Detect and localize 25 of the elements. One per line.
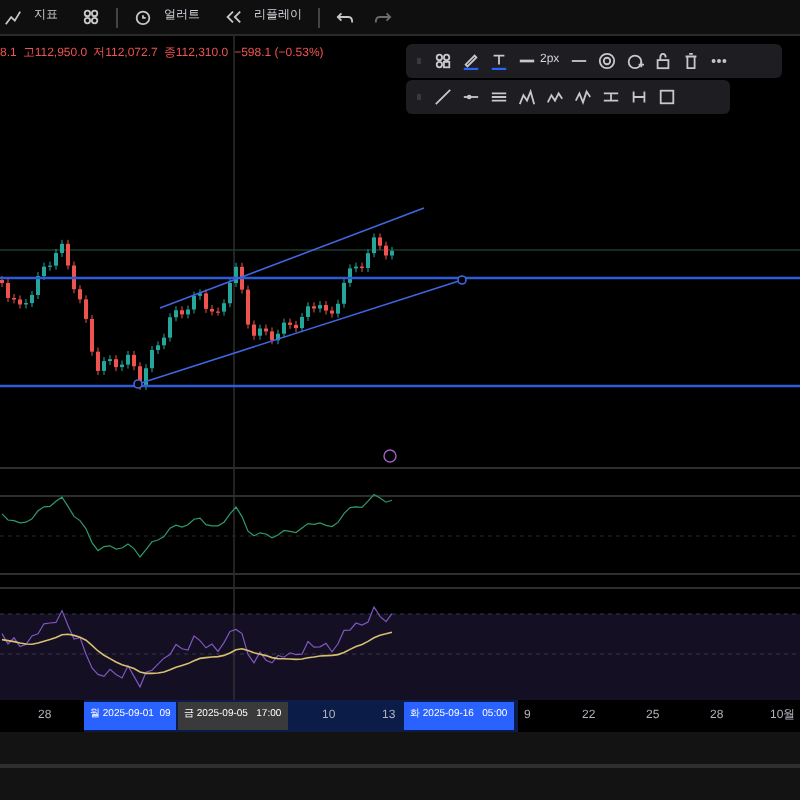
date-range-icon[interactable]	[630, 88, 648, 106]
drag-handle-icon	[414, 88, 424, 106]
drag-handle-icon	[414, 52, 424, 70]
lock-icon[interactable]	[653, 52, 672, 70]
alarm-clock-icon[interactable]	[134, 8, 152, 26]
alarm-plus-icon[interactable]	[625, 52, 644, 70]
template-icon[interactable]	[434, 52, 452, 70]
trash-icon[interactable]	[681, 52, 700, 70]
rewind-icon[interactable]	[224, 8, 242, 26]
anchor-handle[interactable]	[133, 379, 143, 389]
text-icon[interactable]	[490, 52, 508, 70]
zigzag-icon[interactable]	[546, 88, 564, 106]
pen-icon[interactable]	[462, 52, 480, 70]
wave-icon[interactable]	[574, 88, 592, 106]
pattern-icon[interactable]	[518, 88, 536, 106]
undo-icon[interactable]	[336, 8, 354, 26]
anchor-handle[interactable]	[457, 275, 467, 285]
rectangle-icon[interactable]	[658, 88, 676, 106]
trend-line-icon[interactable]	[434, 88, 452, 106]
grid-icon[interactable]	[82, 8, 100, 26]
range-icon[interactable]	[602, 88, 620, 106]
parallel-channel-icon[interactable]	[490, 88, 508, 106]
circle-marker-icon	[383, 449, 397, 463]
target-icon[interactable]	[597, 52, 616, 70]
chart-icon[interactable]	[4, 8, 22, 26]
